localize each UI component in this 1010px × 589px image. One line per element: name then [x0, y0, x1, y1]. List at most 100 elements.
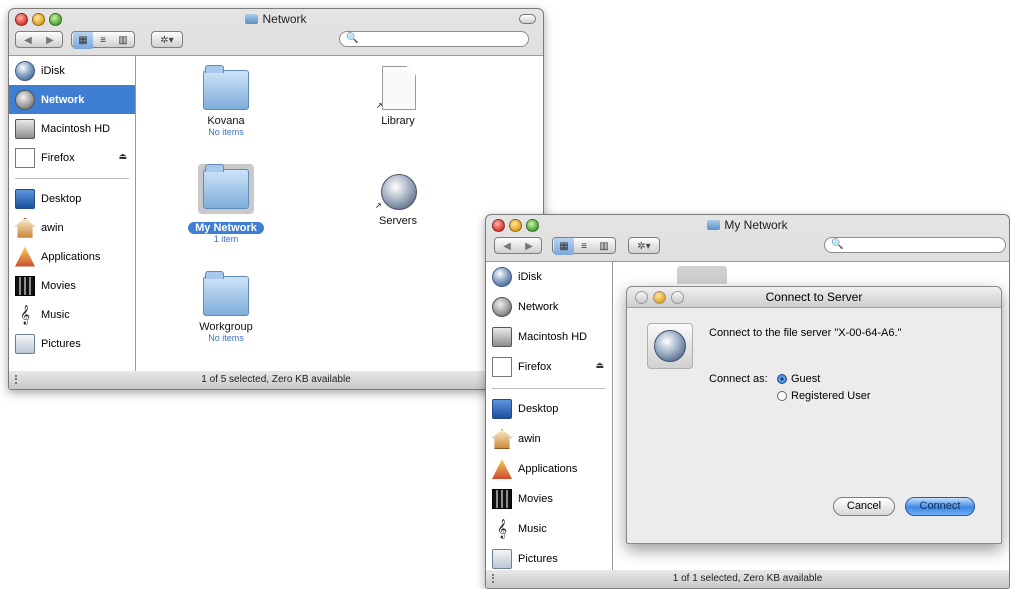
back-forward-buttons[interactable]: ◀ ▶ [494, 237, 542, 254]
sidebar-item-awin[interactable]: awin [486, 424, 612, 454]
status-bar: 1 of 1 selected, Zero KB available [486, 570, 1009, 588]
sidebar-item-network[interactable]: Network [486, 292, 612, 322]
pictures-icon [492, 549, 512, 569]
sidebar-item-label: Applications [518, 463, 578, 475]
eject-icon[interactable]: ⏏ [118, 151, 127, 162]
sidebar-item-network[interactable]: Network [9, 85, 135, 114]
movies-icon [492, 489, 512, 509]
cancel-button[interactable]: Cancel [833, 497, 895, 516]
sidebar-item-desktop[interactable]: Desktop [9, 184, 135, 213]
radio-guest[interactable]: Guest [777, 373, 820, 385]
selection-highlight [198, 164, 254, 214]
sidebar-item-idisk[interactable]: iDisk [486, 262, 612, 292]
dialog-title: Connect to Server [765, 290, 863, 304]
sidebar-item-label: Pictures [41, 337, 81, 350]
action-menu-button[interactable]: ✲▾ [628, 237, 660, 254]
alias-arrow-icon: ↗ [375, 201, 382, 210]
sidebar-item-label: Macintosh HD [41, 122, 111, 135]
music-icon: 𝄞 [19, 304, 31, 324]
applications-icon [492, 459, 512, 479]
window-title: Network [9, 12, 543, 26]
connect-button[interactable]: Connect [905, 497, 975, 516]
sidebar: iDisk Network Macintosh HD Firefox ⏏ Des… [486, 261, 613, 570]
back-icon[interactable]: ◀ [17, 32, 39, 49]
sidebar-item-desktop[interactable]: Desktop [486, 394, 612, 424]
pictures-icon [15, 333, 35, 354]
sidebar-item-label: Applications [41, 250, 101, 263]
file-item-servers[interactable]: ↗ Servers [343, 174, 453, 227]
sidebar-item-label: iDisk [518, 271, 542, 283]
sidebar-item-label: Movies [41, 279, 76, 292]
sidebar-item-movies[interactable]: Movies [9, 271, 135, 300]
disk-image-icon [15, 147, 35, 168]
sidebar-item-firefox[interactable]: Firefox ⏏ [486, 352, 612, 382]
toolbar-toggle-button[interactable] [519, 14, 536, 24]
sidebar-item-macintosh-hd[interactable]: Macintosh HD [486, 322, 612, 352]
icon-view-icon[interactable]: ▦ [554, 238, 574, 255]
radio-unselected-icon[interactable] [777, 391, 787, 401]
sidebar-item-label: iDisk [41, 64, 65, 77]
idisk-icon [15, 60, 35, 81]
folder-icon [707, 220, 721, 230]
sidebar-item-label: Network [518, 301, 559, 313]
file-item-workgroup[interactable]: Workgroup No items [171, 271, 281, 343]
column-view-icon[interactable]: ▥ [594, 238, 614, 255]
sidebar-item-idisk[interactable]: iDisk [9, 56, 135, 85]
search-field[interactable]: 🔍 [339, 31, 529, 47]
server-alias-icon [381, 174, 417, 210]
forward-icon[interactable]: ▶ [39, 32, 61, 49]
desktop-icon [492, 399, 512, 419]
column-view-icon[interactable]: ▥ [113, 32, 133, 49]
gear-icon: ✲▾ [637, 241, 651, 252]
list-view-icon[interactable]: ≡ [93, 32, 113, 49]
view-mode-buttons[interactable]: ▦ ≡ ▥ [71, 31, 135, 49]
title-bar[interactable]: My Network [486, 215, 1009, 235]
icon-view-icon[interactable]: ▦ [73, 32, 93, 49]
sidebar-item-macintosh-hd[interactable]: Macintosh HD [9, 114, 135, 143]
back-icon[interactable]: ◀ [496, 238, 518, 255]
sidebar-item-applications[interactable]: Applications [9, 242, 135, 271]
forward-icon[interactable]: ▶ [518, 238, 540, 255]
status-text: 1 of 1 selected, Zero KB available [672, 573, 823, 584]
sidebar-item-awin[interactable]: awin [9, 213, 135, 242]
home-icon [15, 217, 35, 238]
sidebar-item-firefox[interactable]: Firefox ⏏ [9, 143, 135, 172]
applications-icon [15, 246, 35, 267]
icon-view-content: Kovana No items ↗ Library My Network 1 i… [136, 55, 543, 371]
file-item-my-network[interactable]: My Network 1 item [171, 164, 281, 244]
radio-selected-icon[interactable] [777, 374, 787, 384]
sidebar-item-movies[interactable]: Movies [486, 484, 612, 514]
search-field[interactable]: 🔍 [824, 237, 1006, 253]
resize-grip-icon[interactable] [492, 574, 510, 583]
file-item-kovana[interactable]: Kovana No items [171, 65, 281, 137]
view-mode-buttons[interactable]: ▦ ≡ ▥ [552, 237, 616, 255]
network-icon [245, 14, 259, 24]
item-name: Kovana [207, 115, 245, 127]
gear-icon: ✲▾ [160, 35, 174, 46]
item-subtitle: No items [208, 127, 244, 137]
sidebar-item-music[interactable]: 𝄞 Music [9, 300, 135, 329]
action-menu-button[interactable]: ✲▾ [151, 31, 183, 48]
eject-icon[interactable]: ⏏ [595, 360, 604, 371]
sidebar-item-label: Desktop [41, 192, 82, 205]
list-view-icon[interactable]: ≡ [574, 238, 594, 255]
dialog-title-bar[interactable]: Connect to Server [627, 287, 1001, 308]
file-item-library[interactable]: ↗ Library [343, 66, 453, 127]
server-icon[interactable] [677, 266, 727, 284]
desktop-icon [15, 188, 35, 209]
resize-grip-icon[interactable] [15, 375, 33, 384]
sidebar-item-applications[interactable]: Applications [486, 454, 612, 484]
dialog-message: Connect to the file server "X-00-64-A6." [709, 327, 902, 339]
radio-registered-user[interactable]: Registered User [777, 390, 870, 402]
sidebar-item-label: Pictures [518, 553, 558, 565]
sidebar-item-label: Macintosh HD [518, 331, 588, 343]
back-forward-buttons[interactable]: ◀ ▶ [15, 31, 63, 48]
sidebar-item-music[interactable]: 𝄞 Music [486, 514, 612, 544]
search-icon: 🔍 [831, 239, 844, 250]
item-name: My Network [188, 222, 264, 234]
title-bar[interactable]: Network [9, 9, 543, 29]
sidebar-item-label: Desktop [518, 403, 559, 415]
sidebar: iDisk Network Macintosh HD Firefox ⏏ Des… [9, 55, 136, 371]
sidebar-item-pictures[interactable]: Pictures [9, 329, 135, 358]
item-subtitle: 1 item [213, 234, 239, 244]
